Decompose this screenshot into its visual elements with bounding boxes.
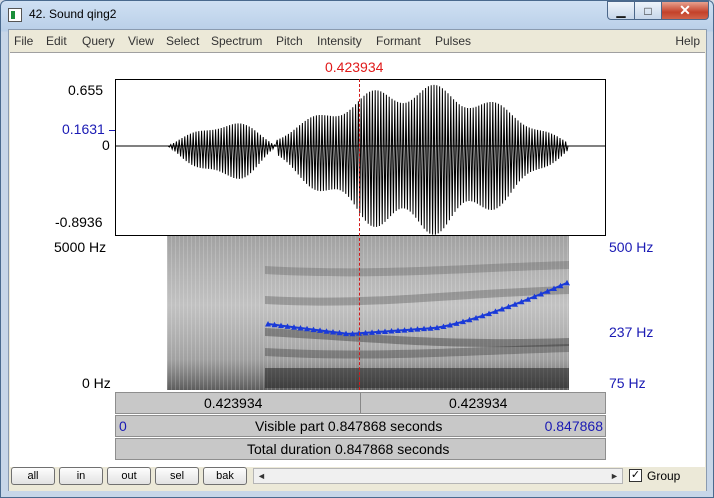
wave-yzero-label: 0: [102, 137, 110, 153]
right-time-label: 0.423934: [449, 395, 508, 411]
visible-part-label: Visible part 0.847868 seconds: [255, 418, 443, 434]
close-button[interactable]: ✕: [661, 1, 709, 20]
total-duration-bar[interactable]: Total duration 0.847868 seconds: [115, 438, 606, 460]
minimize-button[interactable]: ▁: [607, 1, 635, 20]
sound-editor-canvas[interactable]: 0.423934 0.655 0.1631 0 -0.8936 5000 Hz …: [10, 52, 705, 486]
praat-sound-window: 42. Sound qing2 ▁ □ ✕ File Edit Query Vi…: [0, 0, 714, 498]
menu-spectrum[interactable]: Spectrum: [211, 34, 262, 48]
praat-app-icon: [8, 8, 22, 22]
title-bar[interactable]: 42. Sound qing2 ▁ □ ✕: [1, 1, 713, 29]
minimize-icon: ▁: [616, 3, 626, 18]
scroll-right-icon[interactable]: ►: [607, 469, 622, 483]
zoom-out-button[interactable]: out: [107, 467, 151, 485]
menu-formant[interactable]: Formant: [376, 34, 421, 48]
spectrogram-plot: [167, 236, 570, 390]
maximize-icon: □: [644, 3, 652, 18]
wave-ymax-label: 0.655: [68, 82, 104, 98]
editor-client-area: File Edit Query View Select Spectrum Pit…: [8, 29, 707, 491]
pitch-top-label: 500 Hz: [609, 239, 654, 255]
cursor-time-label: 0.423934: [325, 59, 384, 75]
waveform-trace: [116, 84, 605, 235]
menu-select[interactable]: Select: [166, 34, 199, 48]
menu-query[interactable]: Query: [82, 34, 115, 48]
zoom-back-button[interactable]: bak: [203, 467, 247, 485]
wave-ycursor-label: 0.1631: [62, 121, 105, 137]
menu-help[interactable]: Help: [675, 34, 700, 48]
menu-bar: File Edit Query View Select Spectrum Pit…: [9, 30, 706, 52]
menu-view[interactable]: View: [128, 34, 154, 48]
menu-pitch[interactable]: Pitch: [276, 34, 303, 48]
time-bar-divider: [360, 393, 361, 413]
visible-start-label: 0: [119, 418, 127, 434]
left-time-label: 0.423934: [204, 395, 263, 411]
zoom-selection-button[interactable]: sel: [155, 467, 199, 485]
close-icon: ✕: [679, 2, 691, 18]
spectrogram-texture: [167, 236, 569, 390]
maximize-button[interactable]: □: [634, 1, 662, 20]
visible-part-bar[interactable]: 0 Visible part 0.847868 seconds 0.847868: [115, 415, 606, 437]
checkmark-icon: ✓: [630, 469, 641, 481]
scroll-left-icon[interactable]: ◄: [254, 469, 269, 483]
selection-time-bar[interactable]: 0.423934 0.423934: [115, 392, 606, 414]
bottom-toolbar: all in out sel bak ◄ ► ✓ Group: [9, 467, 706, 491]
zoom-all-button[interactable]: all: [11, 467, 55, 485]
window-title: 42. Sound qing2: [29, 7, 117, 21]
wave-ymin-label: -0.8936: [55, 214, 103, 230]
group-label: Group: [647, 469, 681, 483]
waveform-panel[interactable]: [115, 79, 606, 236]
horizontal-scrollbar[interactable]: ◄ ►: [253, 468, 623, 484]
spectrogram-panel[interactable]: [115, 236, 606, 390]
waveform-plot: [116, 84, 605, 235]
menu-edit[interactable]: Edit: [46, 34, 67, 48]
spec-freq-bottom-label: 0 Hz: [82, 375, 111, 391]
group-checkbox[interactable]: ✓: [629, 469, 642, 482]
menu-intensity[interactable]: Intensity: [317, 34, 362, 48]
pitch-mid-label: 237 Hz: [609, 324, 654, 340]
zoom-in-button[interactable]: in: [59, 467, 103, 485]
spectrogram-low-band: [265, 368, 569, 388]
time-cursor-line: [359, 79, 360, 390]
visible-end-label: 0.847868: [544, 418, 603, 434]
pitch-bottom-label: 75 Hz: [609, 375, 646, 391]
spec-freq-top-label: 5000 Hz: [54, 239, 107, 255]
menu-file[interactable]: File: [14, 34, 33, 48]
total-duration-label: Total duration 0.847868 seconds: [247, 441, 450, 457]
menu-pulses[interactable]: Pulses: [435, 34, 471, 48]
